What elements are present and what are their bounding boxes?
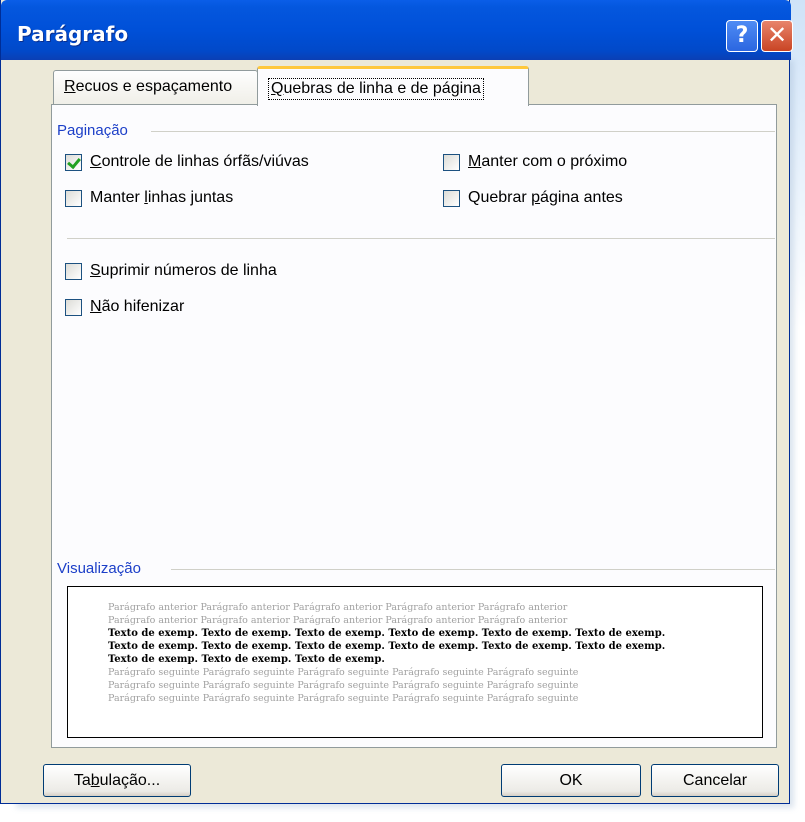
close-icon: ✕	[766, 21, 788, 49]
preview-group-label: Visualização	[57, 560, 149, 577]
checkbox-box[interactable]	[443, 153, 460, 171]
cancel-button[interactable]: Cancelar	[651, 764, 779, 797]
page-break-before-checkbox[interactable]: Quebrar página antes	[443, 189, 623, 207]
tab-line-page-breaks[interactable]: Quebras de linha e de página	[257, 66, 529, 106]
checkbox-label: Suprimir números de linha	[90, 262, 277, 279]
pagination-group-label: Paginação	[57, 122, 136, 139]
preview-line: Texto de exemp. Texto de exemp. Texto de…	[108, 628, 666, 639]
checkbox-box[interactable]	[443, 189, 460, 207]
checkbox-box[interactable]	[65, 298, 82, 316]
checkbox-box[interactable]	[65, 153, 82, 171]
preview-divider	[171, 569, 775, 570]
suppress-line-numbers-checkbox[interactable]: Suprimir números de linha	[65, 262, 277, 280]
checkbox-label: Manter linhas juntas	[90, 189, 234, 206]
preview-line: Parágrafo seguinte Parágrafo seguinte Pa…	[108, 667, 579, 678]
checkbox-box[interactable]	[65, 189, 82, 207]
title-bar[interactable]: Parágrafo ? ✕	[1, 0, 793, 60]
dont-hyphenate-checkbox[interactable]: Não hifenizar	[65, 298, 184, 316]
tabs-button[interactable]: Tabulação...	[43, 764, 191, 797]
section-divider	[67, 238, 775, 239]
checkbox-label: Quebrar página antes	[468, 189, 623, 206]
preview-line: Texto de exemp. Texto de exemp. Texto de…	[108, 654, 385, 665]
preview-line: Parágrafo seguinte Parágrafo seguinte Pa…	[108, 693, 579, 704]
checkbox-label: Manter com o próximo	[468, 153, 628, 170]
close-button[interactable]: ✕	[761, 20, 793, 52]
preview-box: Parágrafo anterior Parágrafo anterior Pa…	[67, 586, 763, 738]
help-icon: ?	[735, 23, 749, 48]
tab-label: Recuos e espaçamento	[64, 78, 233, 95]
paragraph-dialog: Parágrafo ? ✕ Recuos e espaçamento Quebr…	[0, 0, 793, 804]
tabs-button-label: Tabulação...	[73, 772, 161, 789]
ok-button[interactable]: OK	[501, 764, 641, 797]
keep-with-next-checkbox[interactable]: Manter com o próximo	[443, 153, 627, 171]
preview-line: Texto de exemp. Texto de exemp. Texto de…	[108, 641, 666, 652]
help-button[interactable]: ?	[726, 20, 758, 52]
widow-orphan-control-checkbox[interactable]: Controle de linhas órfãs/viúvas	[65, 153, 309, 171]
tab-label: Quebras de linha e de página	[268, 78, 484, 100]
keep-lines-together-checkbox[interactable]: Manter linhas juntas	[65, 189, 233, 207]
preview-line: Parágrafo seguinte Parágrafo seguinte Pa…	[108, 680, 579, 691]
preview-line: Parágrafo anterior Parágrafo anterior Pa…	[108, 615, 568, 626]
dialog-title: Parágrafo	[17, 22, 129, 46]
tab-indents-spacing[interactable]: Recuos e espaçamento	[53, 70, 258, 104]
checkbox-box[interactable]	[65, 262, 82, 280]
preview-line: Parágrafo anterior Parágrafo anterior Pa…	[108, 602, 568, 613]
checkbox-label: Controle de linhas órfãs/viúvas	[90, 153, 309, 170]
checkbox-label: Não hifenizar	[90, 298, 185, 315]
pagination-divider	[151, 131, 775, 132]
